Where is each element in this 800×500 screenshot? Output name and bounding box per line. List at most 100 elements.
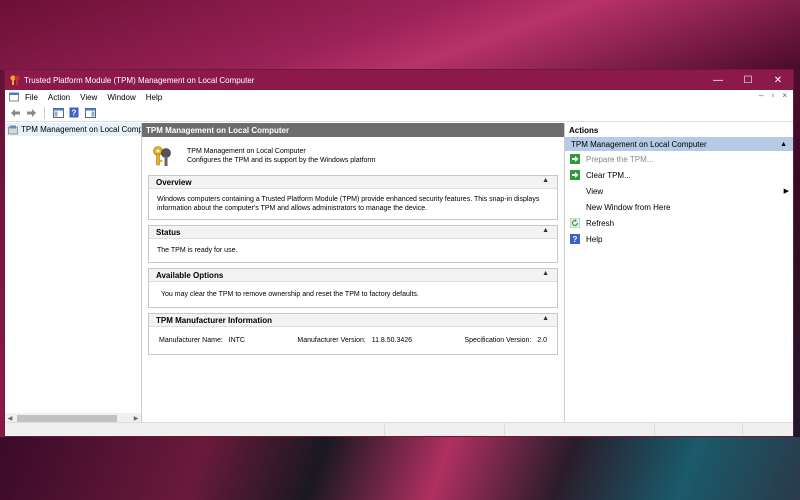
refresh-icon bbox=[570, 218, 580, 228]
overview-section: Overview ▲ Windows computers containing … bbox=[148, 175, 558, 220]
actions-pane: Actions TPM Management on Local Computer… bbox=[565, 123, 793, 423]
show-hide-tree-button[interactable] bbox=[52, 107, 64, 119]
manufacturer-body: Manufacturer Name: INTC Manufacturer Ver… bbox=[149, 327, 557, 354]
mdi-controls: – ▫ × bbox=[759, 91, 787, 100]
console-tree: TPM Management on Local Comp ◀ ▶ bbox=[5, 123, 142, 423]
status-body: The TPM is ready for use. bbox=[149, 239, 557, 262]
status-cell bbox=[385, 423, 505, 436]
available-options-body: You may clear the TPM to remove ownershi… bbox=[149, 282, 557, 307]
action-view[interactable]: View ▶ bbox=[565, 183, 793, 199]
specification-version: Specification Version: 2.0 bbox=[464, 336, 547, 345]
intro-title: TPM Management on Local Computer bbox=[187, 148, 306, 155]
snapin-intro: TPM Management on Local Computer Configu… bbox=[148, 137, 558, 175]
mdi-minimize-button[interactable]: – bbox=[759, 91, 763, 100]
actions-group-tpm-management[interactable]: TPM Management on Local Computer ▲ bbox=[565, 137, 793, 151]
close-button[interactable]: ✕ bbox=[763, 70, 793, 90]
desktop-wallpaper-bottom bbox=[0, 437, 800, 500]
action-label: New Window from Here bbox=[586, 202, 671, 212]
mdi-restore-button[interactable]: ▫ bbox=[771, 91, 774, 100]
status-cell bbox=[5, 423, 385, 436]
available-options-title: Available Options bbox=[156, 270, 224, 280]
content-area: TPM Management on Local Comp ◀ ▶ TPM Man… bbox=[5, 123, 793, 423]
action-help[interactable]: ? Help bbox=[565, 231, 793, 247]
tpm-app-icon bbox=[10, 75, 20, 85]
menu-help[interactable]: Help bbox=[146, 93, 162, 102]
manufacturer-title: TPM Manufacturer Information bbox=[156, 315, 273, 325]
minimize-button[interactable]: — bbox=[703, 70, 733, 90]
collapse-icon[interactable]: ▲ bbox=[542, 270, 549, 277]
green-arrow-icon bbox=[570, 154, 580, 164]
scroll-thumb[interactable] bbox=[17, 414, 117, 422]
available-options-header[interactable]: Available Options ▲ bbox=[149, 269, 557, 282]
intro-description: Configures the TPM and its support by th… bbox=[187, 157, 376, 164]
menu-view[interactable]: View bbox=[80, 93, 97, 102]
collapse-icon[interactable]: ▲ bbox=[542, 227, 549, 234]
collapse-icon[interactable]: ▲ bbox=[542, 177, 549, 184]
menu-window[interactable]: Window bbox=[107, 93, 135, 102]
collapse-icon[interactable]: ▲ bbox=[542, 315, 549, 322]
action-label: Clear TPM... bbox=[586, 170, 631, 180]
status-text: The TPM is ready for use. bbox=[157, 247, 238, 254]
mdi-close-button[interactable]: × bbox=[782, 91, 787, 100]
title-bar[interactable]: Trusted Platform Module (TPM) Management… bbox=[5, 70, 793, 90]
specification-version-value: 2.0 bbox=[537, 337, 547, 344]
action-clear-tpm[interactable]: Clear TPM... bbox=[565, 167, 793, 183]
manufacturer-header[interactable]: TPM Manufacturer Information ▲ bbox=[149, 314, 557, 327]
status-section: Status ▲ The TPM is ready for use. bbox=[148, 225, 558, 263]
available-options-text: You may clear the TPM to remove ownershi… bbox=[161, 291, 419, 298]
manufacturer-version-label: Manufacturer Version: bbox=[297, 337, 366, 344]
action-prepare-tpm[interactable]: Prepare the TPM... bbox=[565, 151, 793, 167]
available-options-section: Available Options ▲ You may clear the TP… bbox=[148, 268, 558, 308]
action-label: Prepare the TPM... bbox=[586, 154, 654, 164]
svg-text:?: ? bbox=[573, 235, 578, 244]
overview-header[interactable]: Overview ▲ bbox=[149, 176, 557, 189]
desktop-wallpaper-top bbox=[0, 0, 800, 70]
forward-button[interactable] bbox=[25, 107, 37, 119]
action-new-window[interactable]: New Window from Here bbox=[565, 199, 793, 215]
status-cell bbox=[505, 423, 655, 436]
manufacturer-section: TPM Manufacturer Information ▲ Manufactu… bbox=[148, 313, 558, 355]
window-title: Trusted Platform Module (TPM) Management… bbox=[24, 75, 255, 85]
manufacturer-version-value: 11.8.50.3426 bbox=[371, 337, 413, 344]
menu-action[interactable]: Action bbox=[48, 93, 70, 102]
back-arrow-icon bbox=[10, 108, 20, 117]
status-cell bbox=[655, 423, 743, 436]
action-refresh[interactable]: Refresh bbox=[565, 215, 793, 231]
results-pane-header: TPM Management on Local Computer bbox=[142, 123, 564, 137]
tree-item-tpm-management[interactable]: TPM Management on Local Comp bbox=[5, 123, 141, 136]
tree-item-label: TPM Management on Local Comp bbox=[21, 125, 141, 134]
specification-version-label: Specification Version: bbox=[464, 337, 532, 344]
toolbar: ? bbox=[5, 104, 793, 122]
overview-line-2: information about the computer's TPM and… bbox=[157, 205, 428, 212]
show-hide-action-pane-button[interactable] bbox=[84, 107, 96, 119]
tpm-keys-icon bbox=[153, 146, 171, 166]
menu-app-icon-wrap[interactable]: File bbox=[9, 92, 38, 102]
results-pane: TPM Management on Local Computer TPM Man… bbox=[142, 123, 565, 423]
overview-body: Windows computers containing a Trusted P… bbox=[149, 189, 557, 219]
menu-file[interactable]: File bbox=[25, 93, 38, 102]
overview-title: Overview bbox=[156, 177, 192, 187]
toolbar-separator bbox=[44, 106, 45, 119]
help-icon: ? bbox=[570, 234, 580, 244]
maximize-button[interactable]: ☐ bbox=[733, 70, 763, 90]
manufacturer-name-value: INTC bbox=[228, 337, 245, 344]
back-button[interactable] bbox=[9, 107, 21, 119]
help-book-icon: ? bbox=[69, 107, 79, 118]
forward-arrow-icon bbox=[26, 108, 36, 117]
status-header[interactable]: Status ▲ bbox=[149, 226, 557, 239]
action-pane-icon bbox=[84, 107, 96, 118]
mmc-window: Trusted Platform Module (TPM) Management… bbox=[4, 69, 794, 437]
collapse-icon[interactable]: ▲ bbox=[780, 141, 787, 148]
action-label: Refresh bbox=[586, 218, 615, 228]
action-label: View bbox=[586, 186, 604, 196]
svg-text:?: ? bbox=[72, 109, 77, 118]
actions-group-label: TPM Management on Local Computer bbox=[571, 139, 707, 149]
manufacturer-name-label: Manufacturer Name: bbox=[159, 337, 223, 344]
manufacturer-version: Manufacturer Version: 11.8.50.3426 bbox=[297, 336, 412, 345]
help-toolbar-button[interactable]: ? bbox=[68, 107, 80, 119]
action-label: Help bbox=[586, 234, 603, 244]
console-tree-icon bbox=[52, 107, 64, 118]
status-title: Status bbox=[156, 227, 181, 237]
menu-bar: File Action View Window Help – ▫ × bbox=[5, 90, 793, 104]
overview-line-1: Windows computers containing a Trusted P… bbox=[157, 196, 540, 203]
